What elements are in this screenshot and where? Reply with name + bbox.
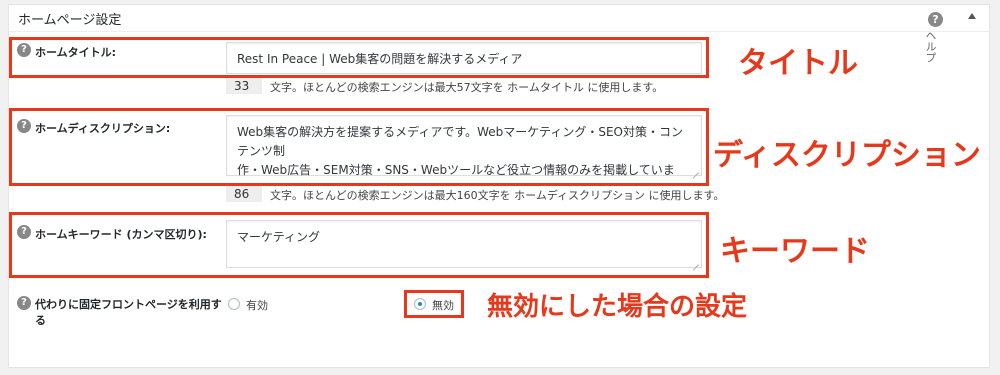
title-highlight-box [9, 37, 709, 78]
help-label[interactable]: ヘルプ [922, 30, 937, 63]
description-annotation: ディスクリプション [713, 138, 981, 173]
keywords-highlight-box [9, 212, 709, 278]
title-annotation: タイトル [738, 46, 858, 81]
title-char-count: 33 [226, 78, 262, 94]
description-highlight-box [9, 108, 709, 186]
radio-enabled[interactable] [228, 298, 240, 310]
help-icon[interactable]: ? [928, 12, 943, 27]
panel-header[interactable]: ホームページ設定 [8, 4, 990, 32]
disabled-highlight-box [404, 290, 464, 318]
front-page-annotation: 無効にした場合の設定 [487, 292, 748, 322]
radio-enabled-label[interactable]: 有効 [246, 297, 268, 313]
keywords-annotation: キーワード [720, 234, 870, 269]
description-char-count: 86 [226, 186, 262, 202]
front-page-label-line1: 代わりに固定フロントページを利用す [35, 298, 222, 311]
panel-title: ホームページ設定 [18, 13, 122, 28]
title-count-note: 文字。ほとんどの検索エンジンは最大57文字を ホームタイトル に使用します。 [270, 81, 664, 94]
collapse-arrow-icon[interactable] [968, 13, 976, 19]
front-page-label-line2: る [35, 314, 46, 327]
description-count-note: 文字。ほとんどの検索エンジンは最大160文字を ホームディスクリプション に使用… [270, 189, 725, 202]
front-page-help-icon[interactable]: ? [17, 296, 31, 310]
